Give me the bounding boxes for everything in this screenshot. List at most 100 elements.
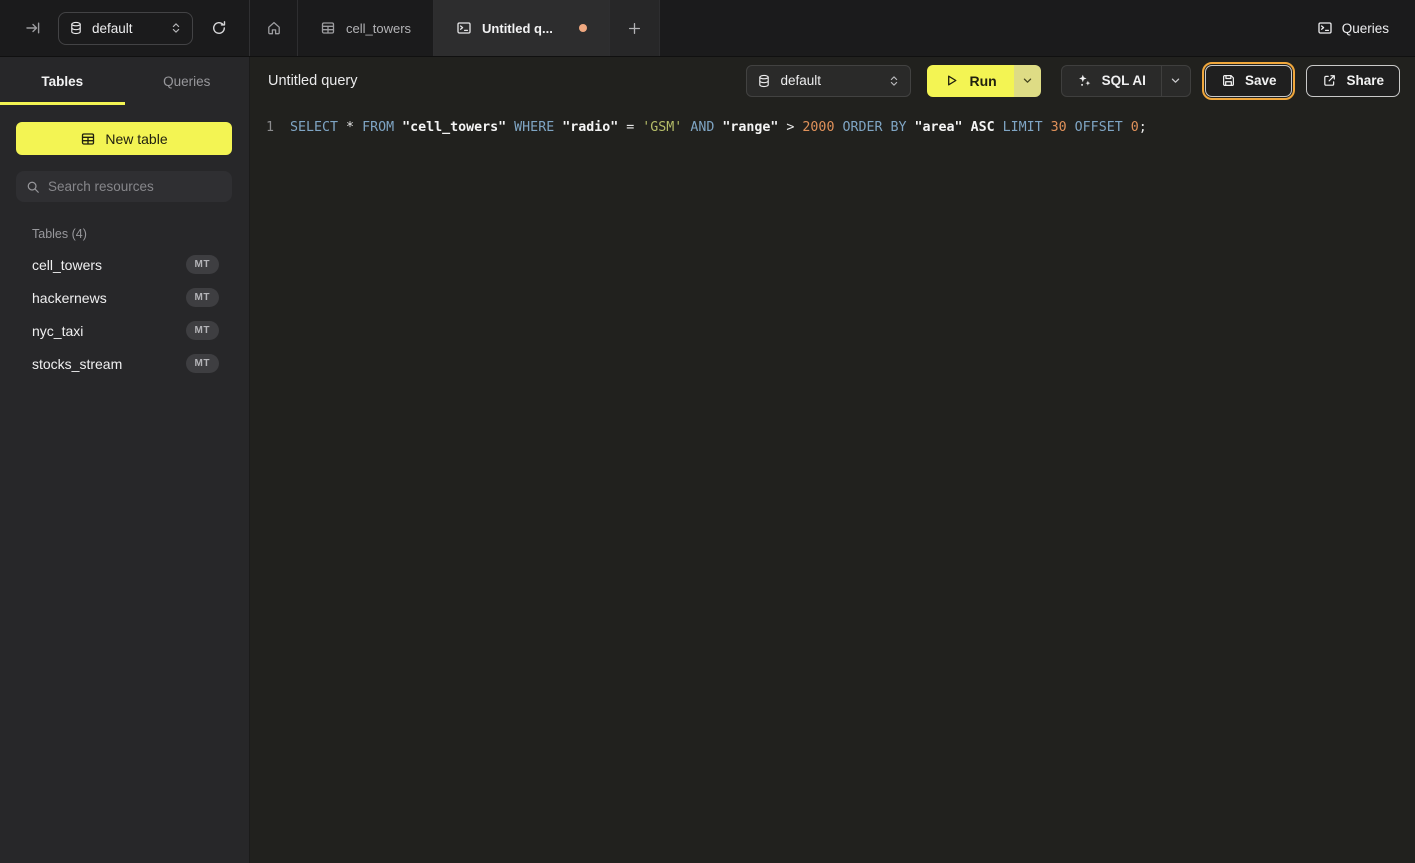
sql-token: "range" [722, 120, 786, 135]
console-icon [456, 20, 472, 36]
top-bar: default [0, 0, 1415, 57]
queries-button[interactable]: Queries [1317, 0, 1415, 56]
sql-token: SELECT [290, 120, 346, 135]
sql-token: ASC [971, 120, 1003, 135]
refresh-button[interactable] [211, 20, 227, 36]
table-row-stocks-stream[interactable]: stocks_stream MT [0, 347, 249, 380]
console-icon [1317, 20, 1333, 36]
table-icon [320, 20, 336, 36]
save-button[interactable]: Save [1205, 65, 1293, 97]
plus-icon [627, 21, 642, 36]
sidebar-tab-tables[interactable]: Tables [0, 57, 125, 105]
search-box [16, 171, 232, 202]
chevron-down-icon [1170, 75, 1181, 86]
sql-token: * [346, 120, 362, 135]
sparkles-icon [1077, 73, 1092, 88]
sql-token: = [626, 120, 642, 135]
tab-home[interactable] [250, 0, 298, 56]
run-options-button[interactable] [1014, 65, 1041, 97]
tab-untitled-query[interactable]: Untitled q... [434, 0, 610, 56]
sql-token: > [786, 120, 802, 135]
query-toolbar: Untitled query default [250, 57, 1415, 104]
table-name: cell_towers [32, 257, 102, 273]
collapse-sidebar-button[interactable] [25, 20, 41, 36]
table-engine-badge: MT [186, 288, 219, 307]
tables-list: cell_towers MT hackernews MT nyc_taxi MT… [0, 248, 249, 380]
sql-token: LIMIT [1003, 120, 1051, 135]
sql-token: "area" [915, 120, 971, 135]
run-button[interactable]: Run [927, 65, 1013, 97]
tab-cell-towers[interactable]: cell_towers [298, 0, 434, 56]
new-tab-button[interactable] [610, 0, 660, 56]
tab-untitled-query-label: Untitled q... [482, 21, 553, 36]
tab-cell-towers-label: cell_towers [346, 21, 411, 36]
sql-ai-options-button[interactable] [1161, 66, 1190, 96]
save-button-label: Save [1245, 73, 1277, 88]
sidebar-tab-tables-label: Tables [41, 74, 83, 89]
collapse-sidebar-icon [25, 20, 41, 36]
line-number: 1 [250, 117, 274, 138]
table-name: hackernews [32, 290, 107, 306]
sql-token: 0 [1131, 120, 1139, 135]
refresh-icon [211, 20, 227, 36]
sql-token: OFFSET [1075, 120, 1131, 135]
sql-token: WHERE [514, 120, 562, 135]
play-icon [944, 73, 959, 88]
sidebar-tab-queries[interactable]: Queries [125, 57, 250, 105]
table-row-cell-towers[interactable]: cell_towers MT [0, 248, 249, 281]
main-area: Untitled query default [250, 57, 1415, 863]
toolbar-actions: default Run [746, 65, 1400, 97]
query-database-label: default [780, 73, 821, 88]
share-button[interactable]: Share [1306, 65, 1400, 97]
active-tab-underline [0, 102, 125, 105]
queries-button-label: Queries [1342, 21, 1389, 36]
chevron-down-icon [1022, 75, 1033, 86]
sql-token: "radio" [562, 120, 626, 135]
sql-token: FROM [362, 120, 402, 135]
tab-strip: cell_towers Untitled q... [250, 0, 660, 56]
home-icon [266, 20, 282, 36]
table-engine-badge: MT [186, 255, 219, 274]
chevron-updown-icon [888, 75, 900, 87]
share-button-label: Share [1346, 73, 1384, 88]
table-name: nyc_taxi [32, 323, 83, 339]
table-row-hackernews[interactable]: hackernews MT [0, 281, 249, 314]
sql-ai-button-label: SQL AI [1102, 73, 1146, 88]
run-button-label: Run [969, 73, 996, 89]
new-table-button-label: New table [105, 131, 167, 147]
sql-ai-button-group: SQL AI [1061, 65, 1191, 97]
sql-token: "cell_towers" [402, 120, 514, 135]
unsaved-changes-dot [579, 24, 587, 32]
sidebar-tabs: Tables Queries [0, 57, 249, 105]
sidebar-tab-queries-label: Queries [163, 74, 210, 89]
table-row-nyc-taxi[interactable]: nyc_taxi MT [0, 314, 249, 347]
sql-editor[interactable]: 1 SELECT * FROM "cell_towers" WHERE "rad… [250, 104, 1415, 138]
topbar-database-selector[interactable]: default [58, 12, 193, 45]
table-engine-badge: MT [186, 354, 219, 373]
new-table-button[interactable]: New table [16, 122, 232, 155]
query-title: Untitled query [268, 73, 357, 89]
run-button-group: Run [927, 65, 1040, 97]
topbar-database-label: default [92, 21, 133, 36]
database-icon [69, 21, 83, 35]
sql-token: 2000 [802, 120, 842, 135]
sql-ai-button[interactable]: SQL AI [1062, 66, 1161, 96]
sql-token: AND [690, 120, 722, 135]
query-database-selector[interactable]: default [746, 65, 911, 97]
table-engine-badge: MT [186, 321, 219, 340]
database-icon [757, 74, 771, 88]
topbar-left-section: default [0, 0, 250, 56]
chevron-updown-icon [170, 22, 182, 34]
share-icon [1322, 73, 1337, 88]
search-icon [26, 180, 40, 194]
table-name: stocks_stream [32, 356, 122, 372]
tables-section-label: Tables (4) [32, 227, 233, 241]
sql-token: ORDER BY [842, 120, 914, 135]
search-input[interactable] [48, 179, 225, 194]
sql-token: 30 [1051, 120, 1075, 135]
save-icon [1221, 73, 1236, 88]
table-icon [80, 131, 96, 147]
sidebar: Tables Queries New table Tables (4) cell… [0, 57, 250, 863]
sql-token: ; [1139, 120, 1147, 135]
sql-code-line: SELECT * FROM "cell_towers" WHERE "radio… [290, 117, 1147, 138]
